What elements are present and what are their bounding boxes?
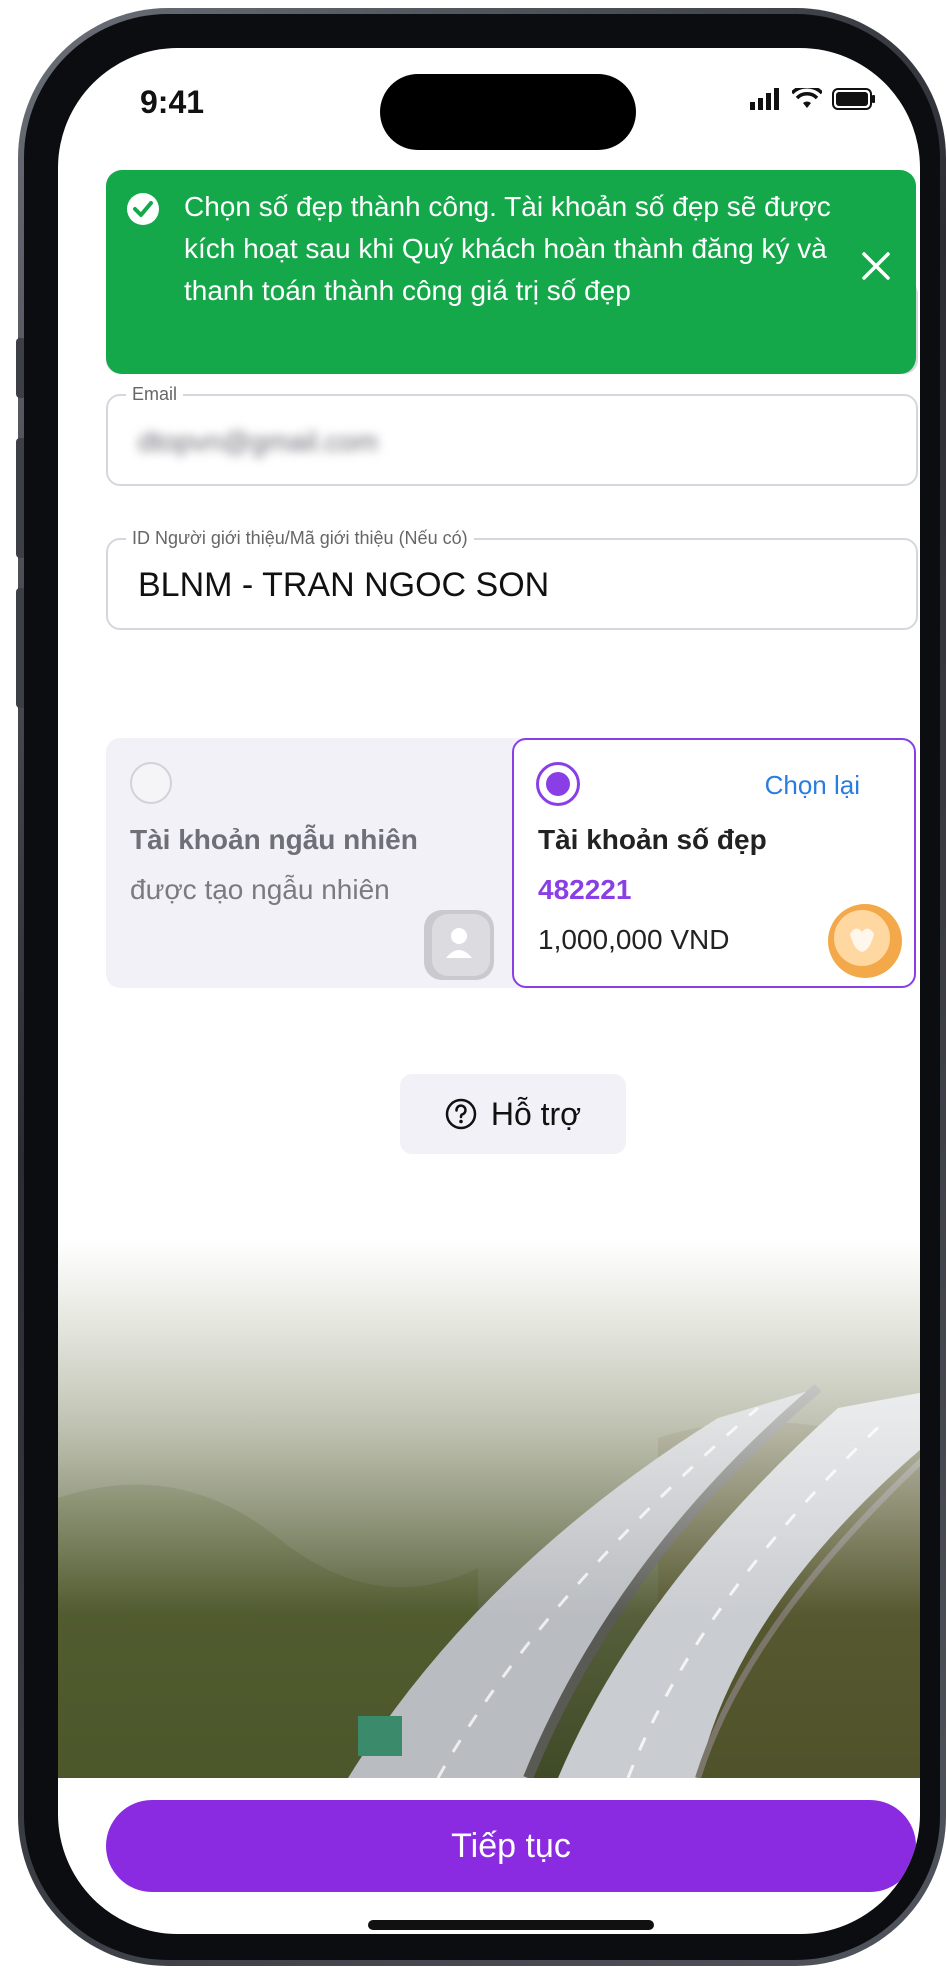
account-type-selector: Tài khoản ngẫu nhiên được tạo ngẫu nhiên… <box>106 738 916 988</box>
email-field[interactable]: Email dtopvn@gmail.com <box>106 384 918 486</box>
home-indicator <box>368 1920 654 1930</box>
email-value: dtopvn@gmail.com <box>138 426 379 457</box>
wifi-icon <box>792 88 822 108</box>
random-account-option[interactable]: Tài khoản ngẫu nhiên được tạo ngẫu nhiên <box>106 738 506 988</box>
app-screen: 9:41 Chọn số đẹp thành công. Tài khoản s… <box>58 48 920 1934</box>
question-circle-icon <box>445 1098 477 1130</box>
support-button[interactable]: Hỗ trợ <box>400 1074 626 1154</box>
referral-value: BLNM - TRAN NGOC SON <box>138 566 550 604</box>
signal-icon <box>750 88 779 110</box>
check-circle-icon <box>127 193 159 225</box>
radio-random[interactable] <box>130 762 172 804</box>
random-account-subtitle: được tạo ngẫu nhiên <box>130 874 390 905</box>
radio-beautiful[interactable] <box>536 762 580 806</box>
random-account-title: Tài khoản ngẫu nhiên <box>130 824 418 855</box>
status-time: 9:41 <box>140 84 205 120</box>
reselect-link[interactable]: Chọn lại <box>765 770 860 801</box>
referral-field[interactable]: ID Người giới thiệu/Mã giới thiệu (Nếu c… <box>106 528 918 630</box>
email-label: Email <box>126 384 184 405</box>
status-icons <box>750 88 876 110</box>
highway-background-image <box>58 1238 920 1778</box>
beautiful-account-option[interactable]: Chọn lại Tài khoản số đẹp 482221 1,000,0… <box>512 738 916 988</box>
beautiful-account-title: Tài khoản số đẹp <box>538 824 767 855</box>
battery-icon <box>832 88 875 110</box>
beautiful-account-price: 1,000,000 VND <box>538 924 730 955</box>
success-toast: Chọn số đẹp thành công. Tài khoản số đẹp… <box>106 170 916 374</box>
phone-frame: 9:41 Chọn số đẹp thành công. Tài khoản s… <box>16 8 946 1966</box>
toast-message: Chọn số đẹp thành công. Tài khoản số đẹp… <box>184 191 831 306</box>
user-avatar-icon <box>424 910 494 980</box>
continue-button[interactable]: Tiếp tục <box>106 1800 916 1892</box>
coin-icon <box>828 904 902 978</box>
close-icon[interactable] <box>858 248 894 284</box>
beautiful-account-number: 482221 <box>538 874 632 905</box>
dynamic-island <box>380 74 636 150</box>
phone-bezel: 9:41 Chọn số đẹp thành công. Tài khoản s… <box>24 14 940 1960</box>
continue-label: Tiếp tục <box>451 1826 571 1865</box>
support-label: Hỗ trợ <box>490 1095 582 1132</box>
referral-label: ID Người giới thiệu/Mã giới thiệu (Nếu c… <box>126 528 474 549</box>
